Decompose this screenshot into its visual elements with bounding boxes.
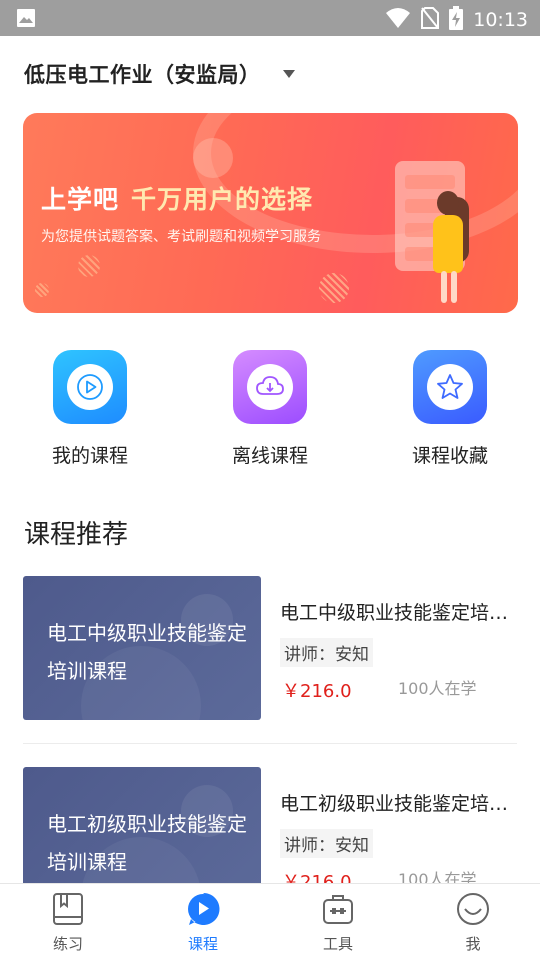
course-favorites-label: 课程收藏 [411, 445, 488, 467]
course-name: 电工中级职业技能鉴定培训课程 [280, 602, 517, 624]
tab-practice-label: 练习 [52, 935, 83, 953]
quick-entries: 我的课程 离线课程 课程收藏 [0, 350, 540, 470]
course-thumbnail-title: 电工中级职业技能鉴定培训课程 [47, 621, 247, 683]
star-icon [427, 364, 473, 410]
course-learners: 100人在学 [398, 679, 477, 698]
course-card[interactable]: 电工中级职业技能鉴定培训课程 电工中级职业技能鉴定培训课程 讲师：安知 ￥216… [23, 576, 517, 721]
divider [23, 743, 517, 744]
girl-illustration [441, 271, 447, 303]
wifi-icon [385, 7, 411, 33]
girl-illustration [433, 215, 463, 273]
bottom-nav: 练习 课程 工具 我 [0, 883, 540, 960]
tab-courses-label: 课程 [187, 935, 218, 953]
offline-courses-button[interactable]: 离线课程 [205, 350, 335, 468]
course-teacher: 讲师：安知 [280, 829, 373, 858]
banner-decoration [35, 283, 49, 297]
tab-me[interactable]: 我 [428, 884, 518, 960]
tab-tools[interactable]: 工具 [293, 884, 383, 960]
page-title: 低压电工作业（安监局） [24, 63, 261, 87]
banner-subline: 为您提供试题答案、考试刷题和视频学习服务 [41, 229, 321, 245]
course-thumbnail: 电工中级职业技能鉴定培训课程 [23, 576, 261, 720]
course-name: 电工初级职业技能鉴定培训课程 [280, 793, 517, 815]
section-title: 课程推荐 [24, 520, 129, 550]
course-thumbnail-title: 电工初级职业技能鉴定培训课程 [47, 812, 247, 874]
promo-banner[interactable]: 上学吧 千万用户的选择 为您提供试题答案、考试刷题和视频学习服务 [23, 113, 518, 313]
course-favorites-button[interactable]: 课程收藏 [385, 350, 515, 468]
my-courses-icon-tile [53, 350, 127, 424]
course-play-icon [185, 891, 221, 927]
my-courses-label: 我的课程 [51, 445, 128, 467]
banner-decoration [319, 273, 349, 303]
no-sim-icon [421, 7, 440, 33]
offline-courses-icon-tile [233, 350, 307, 424]
course-teacher: 讲师：安知 [280, 638, 373, 667]
tab-practice[interactable]: 练习 [23, 884, 113, 960]
profile-smile-icon [455, 891, 491, 927]
play-icon [67, 364, 113, 410]
banner-decoration [193, 138, 233, 178]
banner-decoration [78, 255, 100, 277]
banner-headline-part2: 千万用户的选择 [131, 185, 314, 214]
offline-courses-label: 离线课程 [231, 445, 308, 467]
status-bar: 10:13 [0, 0, 540, 36]
status-time: 10:13 [473, 9, 528, 31]
course-favorites-icon-tile [413, 350, 487, 424]
my-courses-button[interactable]: 我的课程 [25, 350, 155, 468]
practice-book-icon [50, 891, 86, 927]
toolbox-icon [320, 891, 356, 927]
tab-courses[interactable]: 课程 [158, 884, 248, 960]
banner-headline-part1: 上学吧 [41, 185, 120, 214]
tab-me-label: 我 [465, 935, 481, 953]
cloud-download-icon [247, 364, 293, 410]
girl-illustration [437, 191, 459, 215]
chevron-down-icon [282, 70, 295, 78]
girl-illustration [451, 271, 457, 303]
course-price: ￥216.0 [282, 681, 352, 702]
battery-charging-icon [449, 6, 464, 34]
banner-headline: 上学吧 千万用户的选择 [41, 180, 313, 216]
image-icon [16, 8, 36, 32]
tab-tools-label: 工具 [322, 935, 353, 953]
exam-selector[interactable]: 低压电工作业（安监局） [24, 56, 295, 92]
